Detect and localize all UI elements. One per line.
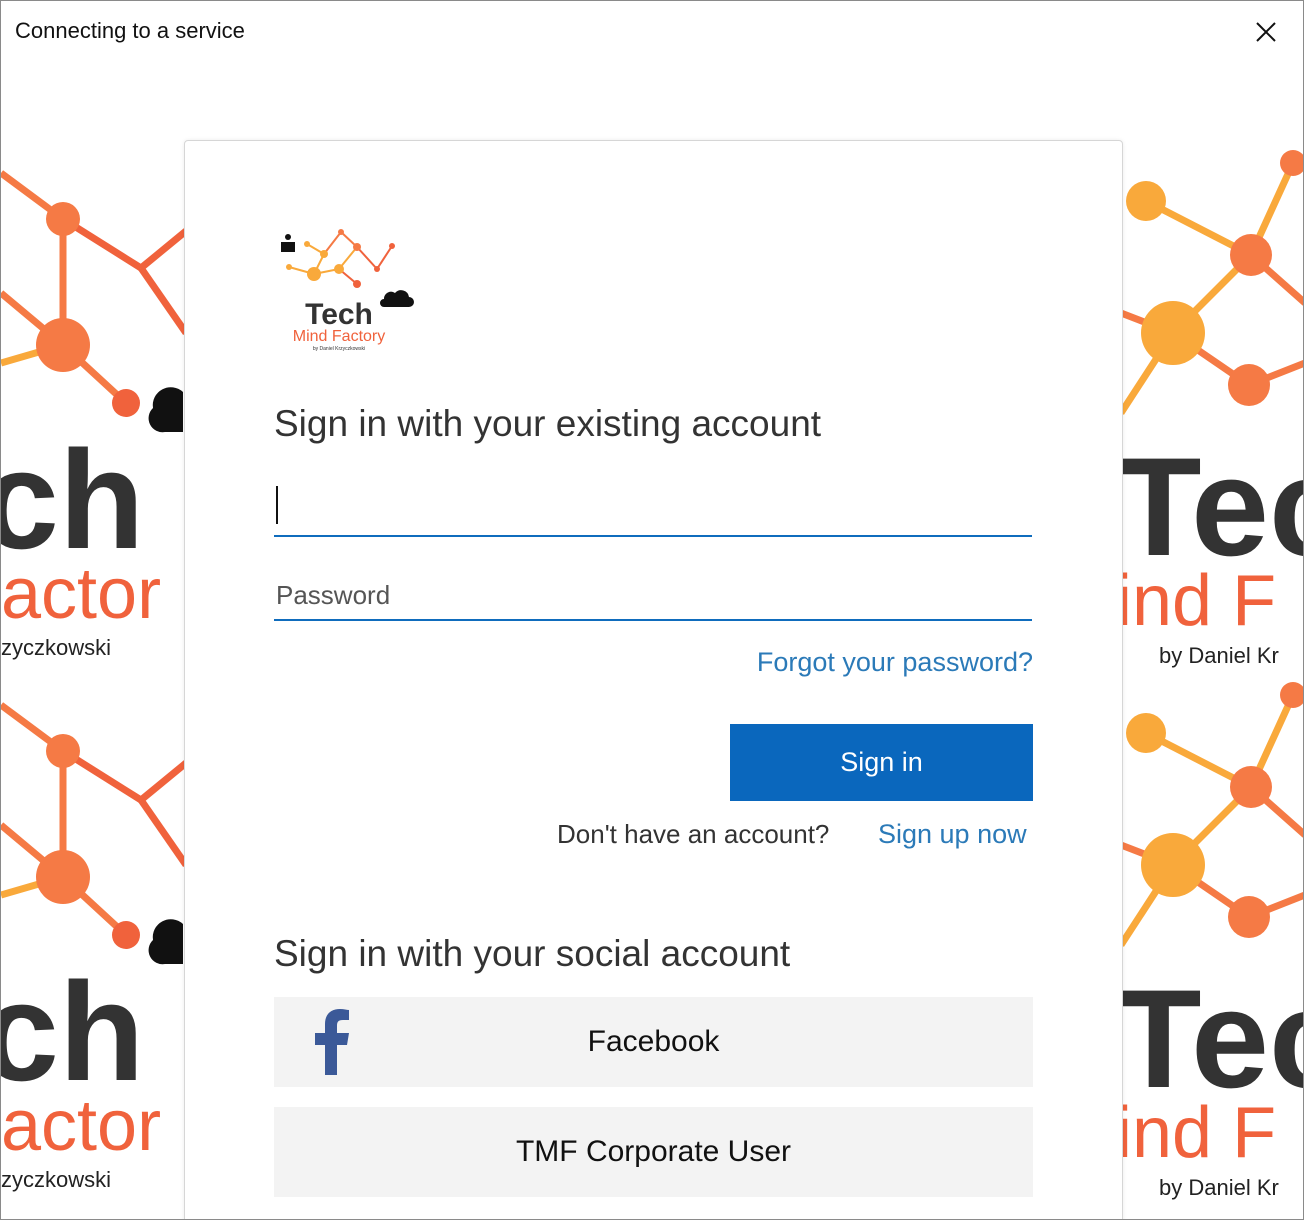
- corporate-user-button[interactable]: TMF Corporate User: [274, 1107, 1033, 1197]
- company-logo: Tech Mind Factory by Daniel Krzyczkowski: [281, 229, 414, 352]
- facebook-button[interactable]: Facebook: [274, 997, 1033, 1087]
- svg-text:actor: actor: [1, 1086, 161, 1166]
- sign-up-link[interactable]: Sign up now: [878, 819, 1027, 850]
- sign-in-button[interactable]: Sign in: [730, 724, 1033, 801]
- background-logo-left: ch actor zyczkowski ch actor zyczkowski: [1, 63, 201, 1192]
- no-account-text: Don't have an account?: [557, 819, 830, 849]
- username-field[interactable]: [274, 487, 1032, 537]
- background-logo-right: Tec ind F by Daniel Kr Tec ind F by Dani…: [1116, 63, 1303, 1200]
- svg-text:zyczkowski: zyczkowski: [1, 1167, 111, 1192]
- svg-text:ind F: ind F: [1116, 561, 1276, 641]
- svg-text:actor: actor: [1, 554, 161, 634]
- svg-text:ind F: ind F: [1116, 1093, 1276, 1173]
- dialog-window: Connecting to a service h actor zyczkows…: [0, 0, 1304, 1220]
- title-bar: Connecting to a service: [1, 1, 1303, 63]
- facebook-button-label: Facebook: [587, 1025, 720, 1058]
- forgot-password-link[interactable]: Forgot your password?: [757, 647, 1033, 678]
- svg-text:zyczkowski: zyczkowski: [1, 635, 111, 660]
- sign-in-card: Tech Mind Factory by Daniel Krzyczkowski…: [184, 140, 1123, 1219]
- window-title: Connecting to a service: [15, 18, 245, 43]
- password-field[interactable]: [274, 571, 1032, 621]
- svg-text:Mind Factory: Mind Factory: [293, 328, 385, 345]
- corporate-user-button-label: TMF Corporate User: [515, 1135, 792, 1168]
- text-cursor: [276, 486, 278, 524]
- close-icon[interactable]: [1247, 13, 1285, 51]
- facebook-icon: [315, 1009, 349, 1075]
- svg-text:by Daniel Kr: by Daniel Kr: [1159, 1175, 1279, 1200]
- existing-account-heading: Sign in with your existing account: [274, 403, 822, 444]
- svg-text:by Daniel Krzyczkowski: by Daniel Krzyczkowski: [313, 346, 365, 352]
- svg-text:Tech: Tech: [305, 298, 373, 331]
- svg-text:by Daniel Kr: by Daniel Kr: [1159, 643, 1279, 668]
- social-account-heading: Sign in with your social account: [274, 933, 791, 974]
